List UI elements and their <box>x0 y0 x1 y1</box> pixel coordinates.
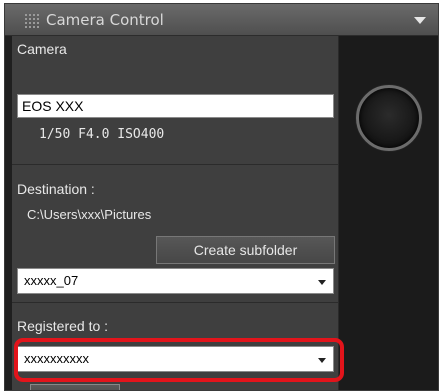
grip-icon[interactable] <box>25 14 39 28</box>
shutter-column <box>339 36 438 390</box>
camera-exposure-settings: 1/50 F4.0 ISO400 <box>39 127 165 142</box>
camera-model-field: EOS XXX <box>17 94 334 118</box>
destination-label: Destination : <box>17 181 95 197</box>
registered-to-select[interactable]: xxxxxxxxxx <box>17 346 334 372</box>
section-divider <box>12 164 339 165</box>
shutter-release-button[interactable] <box>356 85 422 151</box>
registered-to-select-value: xxxxxxxxxx <box>24 351 89 366</box>
panel-menu-arrow-icon[interactable] <box>414 17 426 24</box>
camera-label: Camera <box>17 41 67 57</box>
chevron-down-icon <box>318 280 326 285</box>
section-divider <box>12 302 339 303</box>
chevron-down-icon <box>318 358 326 363</box>
settings-button[interactable] <box>30 384 120 390</box>
subfolder-select-value: xxxxx_07 <box>24 273 79 288</box>
camera-control-panel: Camera Control Camera EOS XXX 1/50 F4.0 … <box>4 3 439 391</box>
panel-title: Camera Control <box>46 11 164 29</box>
panel-title-bar[interactable]: Camera Control <box>5 4 438 36</box>
subfolder-select[interactable]: xxxxx_07 <box>17 268 334 294</box>
registered-to-label: Registered to : <box>17 318 109 334</box>
destination-path: C:\Users\xxx\Pictures <box>27 207 152 222</box>
create-subfolder-button[interactable]: Create subfolder <box>156 236 335 264</box>
